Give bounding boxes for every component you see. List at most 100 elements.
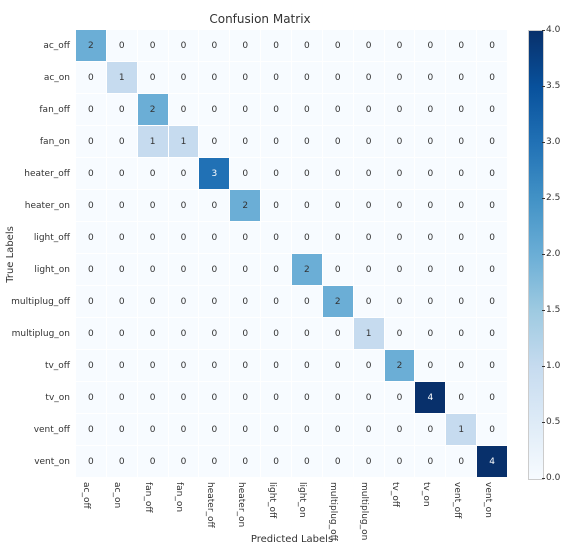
heatmap-cell: 0 xyxy=(477,350,508,382)
x-tick-label: tv_off xyxy=(385,480,416,534)
heatmap-cell: 0 xyxy=(415,318,446,350)
y-tick-label: light_off xyxy=(0,222,74,254)
heatmap-cell: 0 xyxy=(76,126,107,158)
heatmap-cell: 0 xyxy=(107,446,138,478)
heatmap-cell: 0 xyxy=(138,190,169,222)
colorbar xyxy=(528,30,544,480)
heatmap-cell: 0 xyxy=(261,94,292,126)
heatmap-cell: 0 xyxy=(107,190,138,222)
heatmap-cell: 0 xyxy=(292,414,323,446)
heatmap-cell: 0 xyxy=(446,318,477,350)
heatmap-cell: 0 xyxy=(354,126,385,158)
x-tick-label: fan_on xyxy=(169,480,200,534)
heatmap-cell: 0 xyxy=(169,350,200,382)
heatmap-cell: 0 xyxy=(446,126,477,158)
heatmap-cell: 0 xyxy=(107,286,138,318)
heatmap-cell: 0 xyxy=(76,94,107,126)
heatmap-cell: 0 xyxy=(323,350,354,382)
heatmap-cell: 0 xyxy=(385,382,416,414)
heatmap-cell: 0 xyxy=(446,446,477,478)
heatmap-cell: 4 xyxy=(477,446,508,478)
heatmap-cell: 0 xyxy=(199,286,230,318)
heatmap-cell: 0 xyxy=(415,350,446,382)
heatmap-cell: 0 xyxy=(261,414,292,446)
heatmap-cell: 0 xyxy=(230,446,261,478)
heatmap-cell: 0 xyxy=(415,446,446,478)
y-tick-label: heater_on xyxy=(0,190,74,222)
x-tick-label: light_off xyxy=(261,480,292,534)
colorbar-tick: 3.5 xyxy=(546,81,560,91)
x-tick-label: heater_on xyxy=(230,480,261,534)
heatmap-cell: 0 xyxy=(138,318,169,350)
chart-title: Confusion Matrix xyxy=(0,12,520,26)
heatmap-cell: 0 xyxy=(76,414,107,446)
heatmap-cell: 2 xyxy=(323,286,354,318)
heatmap-cell: 0 xyxy=(446,254,477,286)
heatmap-cell: 0 xyxy=(477,318,508,350)
heatmap-cell: 0 xyxy=(323,414,354,446)
heatmap-cell: 0 xyxy=(354,382,385,414)
heatmap-cell: 0 xyxy=(76,190,107,222)
heatmap-cell: 0 xyxy=(446,158,477,190)
heatmap-cell: 0 xyxy=(230,414,261,446)
heatmap-cell: 0 xyxy=(107,30,138,62)
colorbar-tick: 4.0 xyxy=(546,25,560,35)
heatmap-cell: 0 xyxy=(354,94,385,126)
heatmap-cell: 0 xyxy=(199,446,230,478)
x-tick-label: vent_off xyxy=(446,480,477,534)
y-tick-label: heater_off xyxy=(0,158,74,190)
x-axis-label: Predicted Labels xyxy=(76,534,508,545)
heatmap-cell: 0 xyxy=(138,158,169,190)
x-tick-label: multiplug_on xyxy=(354,480,385,534)
heatmap-cell: 0 xyxy=(292,382,323,414)
heatmap-cell: 0 xyxy=(415,414,446,446)
x-tick-label: tv_on xyxy=(415,480,446,534)
heatmap-cell: 0 xyxy=(477,94,508,126)
x-tick-label: multiplug_off xyxy=(323,480,354,534)
heatmap-cell: 0 xyxy=(292,190,323,222)
heatmap-cell: 0 xyxy=(138,30,169,62)
heatmap-cell: 0 xyxy=(323,158,354,190)
heatmap-cell: 0 xyxy=(76,350,107,382)
heatmap-cell: 0 xyxy=(169,446,200,478)
heatmap-cell: 0 xyxy=(261,350,292,382)
y-axis-ticks: ac_offac_onfan_offfan_onheater_offheater… xyxy=(0,30,74,478)
heatmap-cell: 0 xyxy=(415,254,446,286)
heatmap-cell: 0 xyxy=(169,414,200,446)
heatmap-cell: 0 xyxy=(107,254,138,286)
heatmap-cell: 0 xyxy=(354,350,385,382)
heatmap-cell: 0 xyxy=(199,318,230,350)
heatmap-cell: 0 xyxy=(415,190,446,222)
heatmap-cell: 0 xyxy=(385,94,416,126)
heatmap-cell: 0 xyxy=(477,382,508,414)
heatmap-cell: 0 xyxy=(169,158,200,190)
heatmap-cell: 0 xyxy=(76,318,107,350)
colorbar-tick: 3.0 xyxy=(546,137,560,147)
heatmap-cell: 0 xyxy=(446,94,477,126)
y-tick-label: tv_on xyxy=(0,382,74,414)
heatmap-cell: 2 xyxy=(138,94,169,126)
heatmap-cell: 0 xyxy=(354,158,385,190)
heatmap-cell: 0 xyxy=(415,94,446,126)
heatmap-cell: 0 xyxy=(261,382,292,414)
heatmap-cell: 0 xyxy=(292,286,323,318)
heatmap-cell: 0 xyxy=(199,94,230,126)
heatmap-cell: 0 xyxy=(323,94,354,126)
heatmap-cell: 0 xyxy=(446,190,477,222)
heatmap-cell: 0 xyxy=(354,222,385,254)
heatmap-cell: 0 xyxy=(385,30,416,62)
heatmap-cell: 0 xyxy=(230,30,261,62)
y-tick-label: multiplug_on xyxy=(0,318,74,350)
heatmap-cell: 0 xyxy=(477,254,508,286)
heatmap-cell: 0 xyxy=(323,126,354,158)
heatmap-cell: 0 xyxy=(199,190,230,222)
heatmap-cell: 0 xyxy=(76,446,107,478)
heatmap-cell: 0 xyxy=(385,446,416,478)
heatmap-cell: 0 xyxy=(477,158,508,190)
y-tick-label: light_on xyxy=(0,254,74,286)
heatmap-cell: 0 xyxy=(292,30,323,62)
heatmap-cell: 0 xyxy=(230,382,261,414)
heatmap-cell: 0 xyxy=(354,286,385,318)
heatmap-cell: 0 xyxy=(261,190,292,222)
heatmap-cell: 1 xyxy=(138,126,169,158)
